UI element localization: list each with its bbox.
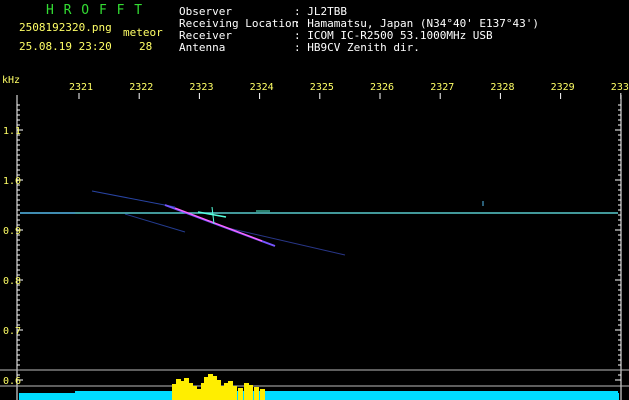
frequency-tick-label: 1.0: [3, 176, 21, 187]
file-name: 2508192320.png: [19, 21, 112, 34]
time-tick-label: 2330: [611, 82, 629, 93]
antenna-label: Antenna: [179, 41, 225, 54]
spectrogram-window: H R O F F T 2508192320.png 25.08.19 23:2…: [0, 0, 629, 400]
time-tick-label: 2326: [370, 82, 394, 93]
frequency-tick-label: 0.9: [3, 226, 21, 237]
spectrum-peak-bar: [260, 389, 265, 400]
spectrum-peak-bar: [248, 385, 253, 400]
time-tick-label: 2323: [189, 82, 213, 93]
time-tick-label: 2321: [69, 82, 93, 93]
spectrum-peak-bar: [232, 386, 237, 400]
time-tick-label: 2325: [310, 82, 334, 93]
app-name: H R O F F T: [46, 3, 143, 18]
spectrum-noise-block: [75, 391, 618, 400]
time-tick-label: 2328: [490, 82, 514, 93]
time-tick-label: 2329: [551, 82, 575, 93]
frequency-tick-label: 0.6: [3, 376, 21, 387]
meteor-count-label: meteor: [123, 26, 163, 39]
y-axis-unit: kHz: [2, 75, 20, 86]
spectrum-peak-bar: [196, 389, 201, 400]
frequency-tick-label: 0.7: [3, 326, 21, 337]
time-tick-label: 2322: [129, 82, 153, 93]
timestamp: 25.08.19 23:20: [19, 40, 112, 53]
time-tick-label: 2324: [250, 82, 274, 93]
spectrum-peak-bar: [238, 388, 243, 400]
time-tick-label: 2327: [430, 82, 454, 93]
meteor-count-value: 28: [139, 40, 152, 53]
antenna-value: : HB9CV Zenith dir.: [294, 41, 420, 54]
frequency-tick-label: 1.1: [3, 126, 21, 137]
spectrum-peak-bar: [254, 387, 259, 400]
background: [0, 0, 629, 400]
frequency-tick-label: 0.8: [3, 276, 21, 287]
